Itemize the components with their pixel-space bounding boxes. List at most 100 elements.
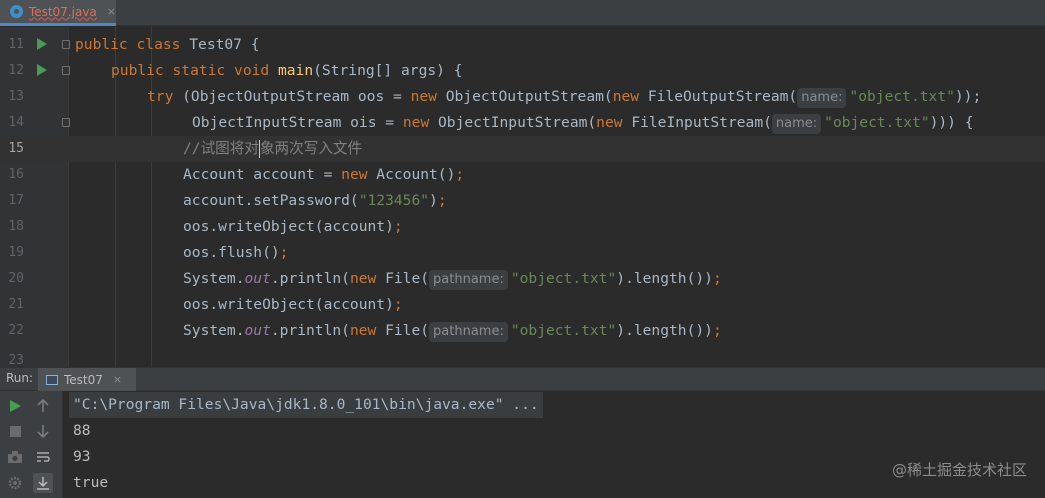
code-line-23: 23	[0, 344, 1045, 367]
token: new	[341, 166, 368, 183]
code-line-11: 11 public class Test07 {	[0, 32, 1045, 58]
code-line-15: 15 //试图将对象两次写入文件	[0, 136, 1045, 162]
code-line-16: 16 Account account = new Account();	[0, 162, 1045, 188]
code-text: Account account = new Account();	[183, 162, 464, 188]
console-output-line: true	[73, 474, 109, 491]
token: ObjectOutputStream(	[436, 88, 613, 105]
code-line-21: 21 oos.writeObject(account);	[0, 292, 1045, 318]
token: public	[75, 36, 128, 53]
close-icon[interactable]: ×	[113, 373, 122, 386]
run-config-icon	[46, 374, 58, 385]
token: Test07	[189, 36, 242, 53]
token: "object.txt"	[510, 270, 617, 287]
token: oos.writeObject(account)	[183, 218, 394, 235]
parameter-hint: name:	[771, 114, 822, 134]
token: oos.writeObject(account)	[183, 296, 394, 313]
java-class-icon	[10, 5, 23, 18]
code-text: try (ObjectOutputStream oos = new Object…	[147, 84, 981, 110]
token: System.	[183, 270, 245, 287]
token: {	[241, 36, 260, 53]
line-number: 20	[8, 271, 24, 286]
code-line-22: 22 System.out.println(new File(pathname:…	[0, 318, 1045, 344]
token: "object.txt"	[849, 88, 955, 105]
token: new	[349, 322, 377, 339]
run-gutter-icon[interactable]	[37, 38, 47, 50]
code-line-19: 19 oos.flush();	[0, 240, 1045, 266]
code-text: System.out.println(new File(pathname: "ob…	[183, 266, 722, 292]
token: ;	[455, 166, 465, 183]
line-number: 15	[8, 141, 24, 156]
run-toolwindow-header: Run: Test07 ×	[0, 367, 1045, 391]
code-editor[interactable]: 11 public class Test07 { 12 public stati…	[0, 27, 1045, 367]
token: System.	[183, 322, 245, 339]
run-gutter-icon[interactable]	[37, 64, 47, 76]
code-text: System.out.println(new File(pathname: "ob…	[183, 318, 722, 344]
token: ObjectInputStream(	[429, 114, 597, 131]
line-number: 19	[8, 245, 24, 260]
token: (ObjectOutputStream oos =	[173, 88, 411, 105]
scroll-up-icon[interactable]	[33, 396, 53, 416]
scroll-to-end-icon[interactable]	[33, 473, 53, 493]
token: new	[596, 114, 623, 131]
line-number: 18	[8, 219, 24, 234]
stop-icon[interactable]	[5, 421, 25, 441]
line-number: 12	[8, 63, 24, 78]
token: out	[244, 270, 271, 287]
watermark: @稀土掘金技术社区	[891, 461, 1027, 479]
fold-icon[interactable]	[62, 66, 70, 75]
token: new	[410, 88, 437, 105]
token: ;	[437, 192, 447, 209]
token: ;	[712, 270, 722, 287]
fold-icon[interactable]	[62, 40, 70, 49]
token: .println(	[270, 270, 350, 287]
run-label: Run:	[6, 371, 34, 385]
token: oos.flush()	[183, 244, 280, 261]
run-console[interactable]: "C:\Program Files\Java\jdk1.8.0_101\bin\…	[0, 391, 1045, 498]
console-output-line: 93	[73, 448, 91, 465]
camera-icon[interactable]	[5, 447, 25, 467]
token: ;	[279, 244, 289, 261]
run-tab-test07[interactable]: Test07 ×	[38, 368, 136, 391]
token: File(	[376, 322, 430, 339]
token: ));	[954, 88, 982, 105]
line-number: 23	[8, 353, 24, 367]
token: new	[349, 270, 377, 287]
token: (String[] args) {	[313, 62, 463, 79]
code-line-20: 20 System.out.println(new File(pathname:…	[0, 266, 1045, 292]
token: FileOutputStream(	[639, 88, 798, 105]
token: ).length())	[616, 270, 713, 287]
code-text: oos.writeObject(account);	[183, 292, 403, 318]
token: void	[234, 62, 270, 79]
console-output-line: 88	[73, 422, 91, 439]
comment-token: //试图将对	[183, 140, 259, 157]
console-command-line: "C:\Program Files\Java\jdk1.8.0_101\bin\…	[69, 392, 543, 418]
fold-icon[interactable]	[62, 118, 70, 127]
token: class	[136, 36, 181, 53]
editor-tab-bar: Test07.java ×	[0, 0, 1045, 26]
token: )	[429, 192, 438, 209]
console-toolbar	[0, 391, 63, 498]
line-number: 16	[8, 167, 24, 182]
parameter-hint: pathname:	[429, 322, 508, 342]
token: ;	[712, 322, 722, 339]
soft-wrap-icon[interactable]	[33, 447, 53, 467]
token: ).length())	[616, 322, 713, 339]
token: ))) {	[929, 114, 974, 131]
token: Account()	[367, 166, 456, 183]
token: out	[244, 322, 271, 339]
comment-token: 象两次写入文件	[259, 140, 363, 157]
tab-test07-java[interactable]: Test07.java ×	[0, 0, 116, 26]
code-text: oos.writeObject(account);	[183, 214, 403, 240]
code-line-14: 14 ObjectInputStream ois = new ObjectInp…	[0, 110, 1045, 136]
line-number: 13	[8, 89, 24, 104]
token: ObjectInputStream ois =	[192, 114, 403, 131]
token: ;	[393, 296, 403, 313]
parameter-hint: pathname:	[429, 270, 508, 290]
code-text: account.setPassword("123456");	[183, 188, 447, 214]
close-icon[interactable]: ×	[107, 5, 116, 18]
scroll-down-icon[interactable]	[33, 421, 53, 441]
rerun-icon[interactable]	[5, 396, 25, 416]
settings-icon[interactable]	[5, 473, 25, 493]
line-number: 21	[8, 297, 24, 312]
tab-label: Test07.java	[28, 4, 97, 19]
